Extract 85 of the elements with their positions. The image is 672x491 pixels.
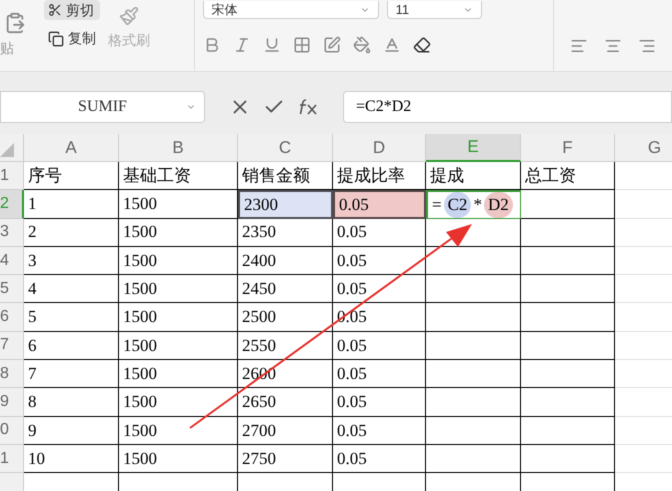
font-family-field[interactable]: 宋体 — [202, 1, 379, 19]
formula-part: * — [473, 194, 482, 216]
paste-label[interactable]: 贴 — [0, 38, 14, 59]
formula-part: D2 — [484, 192, 513, 218]
table-cell: 3 — [24, 246, 119, 276]
table-cell: 1500 — [119, 444, 238, 474]
table-cell: 2700 — [238, 416, 333, 445]
table-cell: 2750 — [238, 444, 333, 474]
table-cell: 2450 — [238, 275, 333, 304]
scissors-icon — [48, 3, 62, 17]
column-header[interactable]: G — [615, 134, 672, 162]
cut-button[interactable]: 剪切 — [44, 0, 100, 20]
underline-icon[interactable] — [262, 36, 281, 54]
font-color-icon[interactable] — [382, 36, 401, 54]
table-cell: 2400 — [238, 246, 333, 276]
align-left-icon[interactable] — [570, 37, 588, 55]
table-cell: 2550 — [238, 332, 333, 360]
row-header[interactable]: 2 — [0, 190, 24, 219]
copy-icon — [48, 30, 64, 46]
fill-icon[interactable] — [352, 36, 371, 54]
table-cell: 1500 — [119, 416, 238, 445]
table-cell: 提成 — [426, 162, 521, 190]
column-header[interactable]: C — [238, 134, 333, 162]
table-cell: 2300 — [238, 190, 333, 219]
table-cell: 0.05 — [333, 246, 426, 276]
row-header[interactable]: 1 — [0, 162, 24, 190]
table-cell: 9 — [24, 416, 119, 445]
table-cell: 1500 — [119, 303, 238, 332]
table-cell: 0.05 — [333, 360, 426, 388]
row-header[interactable]: 6 — [0, 303, 24, 332]
table-cell: 2 — [24, 218, 119, 247]
table-cell: 0.05 — [333, 388, 426, 417]
column-header[interactable]: E — [426, 134, 521, 162]
name-box[interactable]: SUMIF — [0, 91, 205, 123]
column-header[interactable]: F — [521, 134, 615, 162]
row-header[interactable]: 9 — [0, 388, 24, 417]
column-header[interactable]: B — [119, 134, 238, 162]
table-cell: 基础工资 — [119, 162, 238, 190]
table-cell: 0.05 — [333, 190, 426, 219]
table-cell: 1500 — [119, 275, 238, 304]
table-cell: 0.05 — [333, 416, 426, 445]
select-all-icon[interactable] — [0, 143, 16, 157]
table-cell: 0.05 — [333, 444, 426, 474]
table-cell: 1500 — [119, 332, 238, 360]
merge-icon[interactable] — [322, 36, 341, 54]
row-header[interactable]: 8 — [0, 360, 24, 388]
table-cell: 1500 — [119, 218, 238, 247]
row-header[interactable]: 4 — [0, 246, 24, 276]
paste-icon[interactable] — [4, 12, 26, 34]
table-cell: 1500 — [119, 246, 238, 276]
table-cell: 7 — [24, 360, 119, 388]
row-header[interactable]: 7 — [0, 332, 24, 360]
table-cell: 4 — [24, 275, 119, 304]
row-header[interactable]: 0 — [0, 416, 24, 445]
formula-part: C2 — [444, 192, 472, 218]
row-header[interactable]: 3 — [0, 218, 24, 247]
border-icon[interactable] — [292, 36, 311, 54]
table-cell: 2350 — [238, 218, 333, 247]
table-cell: 0.05 — [333, 275, 426, 304]
table-cell: 1500 — [119, 360, 238, 388]
brush-icon — [119, 6, 139, 26]
table-cell: 2650 — [238, 388, 333, 417]
eraser-icon[interactable] — [412, 36, 431, 54]
table-cell: 1 — [24, 190, 119, 219]
table-cell: 总工资 — [521, 162, 615, 190]
table-cell: 0.05 — [333, 218, 426, 247]
row-header[interactable]: 5 — [0, 275, 24, 304]
table-cell: 5 — [24, 303, 119, 332]
table-cell: 10 — [24, 444, 119, 474]
align-center-icon[interactable] — [604, 37, 622, 55]
table-cell: 6 — [24, 332, 119, 360]
copy-button[interactable]: 复制 — [44, 28, 100, 49]
table-cell: 8 — [24, 388, 119, 417]
table-cell: 0.05 — [333, 332, 426, 360]
align-right-icon[interactable] — [638, 37, 656, 55]
formula-part: = — [432, 194, 442, 216]
table-cell: 序号 — [24, 162, 119, 190]
column-header[interactable]: A — [24, 134, 119, 162]
formula-field[interactable]: =C2*D2 — [343, 91, 672, 123]
table-cell: 2500 — [238, 303, 333, 332]
table-cell: 1500 — [119, 388, 238, 417]
font-size-field[interactable]: 11 — [386, 1, 482, 19]
row-header[interactable]: 1 — [0, 444, 24, 474]
formula-edit-cell[interactable]: = C2 * D2 — [426, 190, 521, 219]
function-icon[interactable] — [297, 98, 319, 116]
